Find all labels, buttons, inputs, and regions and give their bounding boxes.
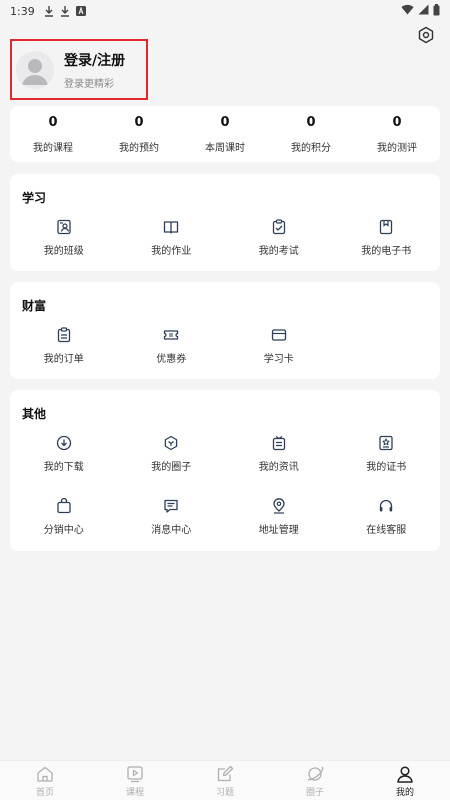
menu-item-distribution-center[interactable]: 分销中心	[10, 497, 118, 560]
video-icon	[125, 764, 145, 784]
other-section: 其他 我的下载 我的圈子 我的资讯 我的证书 分销中心 消息中心 地址管理 在线…	[10, 390, 440, 551]
message-icon	[162, 497, 180, 515]
coupon-icon	[162, 326, 180, 344]
section-title: 其他	[22, 407, 47, 421]
stat-my-appointments[interactable]: 0 我的预约	[96, 106, 182, 162]
menu-item-label: 优惠券	[156, 354, 187, 365]
menu-item-my-news[interactable]: 我的资讯	[225, 434, 333, 497]
section-title: 财富	[22, 299, 47, 313]
tab-courses[interactable]: 课程	[90, 761, 180, 800]
menu-item-label: 我的证书	[366, 462, 407, 473]
menu-item-study-card[interactable]: 学习卡	[225, 326, 333, 376]
avatar	[16, 50, 54, 89]
menu-item-message-center[interactable]: 消息中心	[118, 497, 226, 560]
menu-item-label: 我的班级	[43, 246, 84, 257]
menu-item-label: 消息中心	[151, 525, 192, 536]
menu-item-label: 学习卡	[263, 354, 294, 365]
wealth-section: 财富 我的订单 优惠券 学习卡	[10, 282, 440, 379]
circle-icon	[162, 434, 180, 452]
menu-item-label: 在线客服	[366, 525, 407, 536]
stat-label: 本周课时	[205, 142, 245, 154]
tab-label: 首页	[35, 787, 54, 798]
download-icon	[55, 434, 73, 452]
menu-item-address-management[interactable]: 地址管理	[225, 497, 333, 560]
menu-item-label: 我的电子书	[361, 246, 412, 257]
edit-icon	[215, 764, 235, 784]
class-icon	[55, 218, 73, 236]
tab-mine[interactable]: 我的	[360, 761, 450, 800]
stat-value: 0	[48, 114, 58, 130]
stats-card: 0 我的课程 0 我的预约 0 本周课时 0 我的积分 0 我的测评	[10, 106, 440, 162]
menu-item-my-certificates[interactable]: 我的证书	[333, 434, 441, 497]
download-icon	[59, 5, 71, 17]
menu-item-coupons[interactable]: 优惠券	[118, 326, 226, 376]
news-icon	[270, 434, 288, 452]
home-icon	[35, 764, 55, 784]
menu-item-label: 分销中心	[43, 525, 84, 536]
stat-value: 0	[392, 114, 402, 130]
status-time: 1:39	[10, 4, 35, 18]
battery-icon	[433, 3, 440, 19]
menu-item-label: 我的下载	[43, 462, 84, 473]
menu-item-label: 我的考试	[258, 246, 299, 257]
tab-circle[interactable]: 圈子	[270, 761, 360, 800]
settings-icon	[418, 26, 434, 44]
menu-item-my-class[interactable]: 我的班级	[10, 218, 118, 268]
stat-weekly-hours[interactable]: 0 本周课时	[182, 106, 268, 162]
order-icon	[55, 326, 73, 344]
bag-icon	[55, 497, 73, 515]
menu-item-my-homework[interactable]: 我的作业	[118, 218, 226, 268]
homework-icon	[162, 218, 180, 236]
person-icon	[395, 764, 415, 784]
login-register-button[interactable]: 登录/注册 登录更精彩	[10, 39, 148, 100]
certificate-icon	[377, 434, 395, 452]
headset-icon	[377, 497, 395, 515]
stat-label: 我的积分	[291, 142, 331, 154]
stat-value: 0	[220, 114, 230, 130]
menu-item-my-ebook[interactable]: 我的电子书	[333, 218, 441, 268]
menu-item-my-circle[interactable]: 我的圈子	[118, 434, 226, 497]
exam-icon	[270, 218, 288, 236]
menu-item-my-downloads[interactable]: 我的下载	[10, 434, 118, 497]
signal-icon	[418, 4, 429, 18]
ebook-icon	[377, 218, 395, 236]
tab-label: 课程	[125, 787, 144, 798]
tab-label: 我的	[395, 787, 414, 798]
default-avatar-icon	[16, 50, 54, 89]
stat-label: 我的预约	[119, 142, 159, 154]
location-icon	[270, 497, 288, 515]
settings-button[interactable]	[416, 25, 436, 45]
tab-exercises[interactable]: 习题	[180, 761, 270, 800]
tab-home[interactable]: 首页	[0, 761, 90, 800]
stat-label: 我的课程	[33, 142, 73, 154]
login-subtitle: 登录更精彩	[64, 78, 114, 90]
login-title: 登录/注册	[64, 52, 126, 69]
menu-item-label: 地址管理	[258, 525, 299, 536]
menu-item-my-exam[interactable]: 我的考试	[225, 218, 333, 268]
tab-label: 习题	[215, 787, 234, 798]
tab-label: 圈子	[305, 787, 324, 798]
menu-item-my-orders[interactable]: 我的订单	[10, 326, 118, 376]
study-section: 学习 我的班级 我的作业 我的考试 我的电子书	[10, 174, 440, 271]
stat-value: 0	[306, 114, 316, 130]
stat-my-points[interactable]: 0 我的积分	[268, 106, 354, 162]
a-badge-icon	[75, 5, 87, 17]
menu-item-label: 我的资讯	[258, 462, 299, 473]
stat-label: 我的测评	[377, 142, 417, 154]
section-title: 学习	[22, 191, 47, 205]
download-icon	[43, 5, 55, 17]
stat-value: 0	[134, 114, 144, 130]
bottom-tab-bar: 首页 课程 习题 圈子 我的	[0, 760, 450, 800]
stat-my-courses[interactable]: 0 我的课程	[10, 106, 96, 162]
status-bar: 1:39	[0, 0, 450, 22]
menu-item-label: 我的作业	[151, 246, 192, 257]
wifi-icon	[401, 4, 414, 18]
planet-icon	[305, 764, 325, 784]
menu-item-label: 我的订单	[43, 354, 84, 365]
stat-my-assessments[interactable]: 0 我的测评	[354, 106, 440, 162]
menu-item-label: 我的圈子	[151, 462, 192, 473]
menu-item-online-service[interactable]: 在线客服	[333, 497, 441, 560]
study-card-icon	[270, 326, 288, 344]
